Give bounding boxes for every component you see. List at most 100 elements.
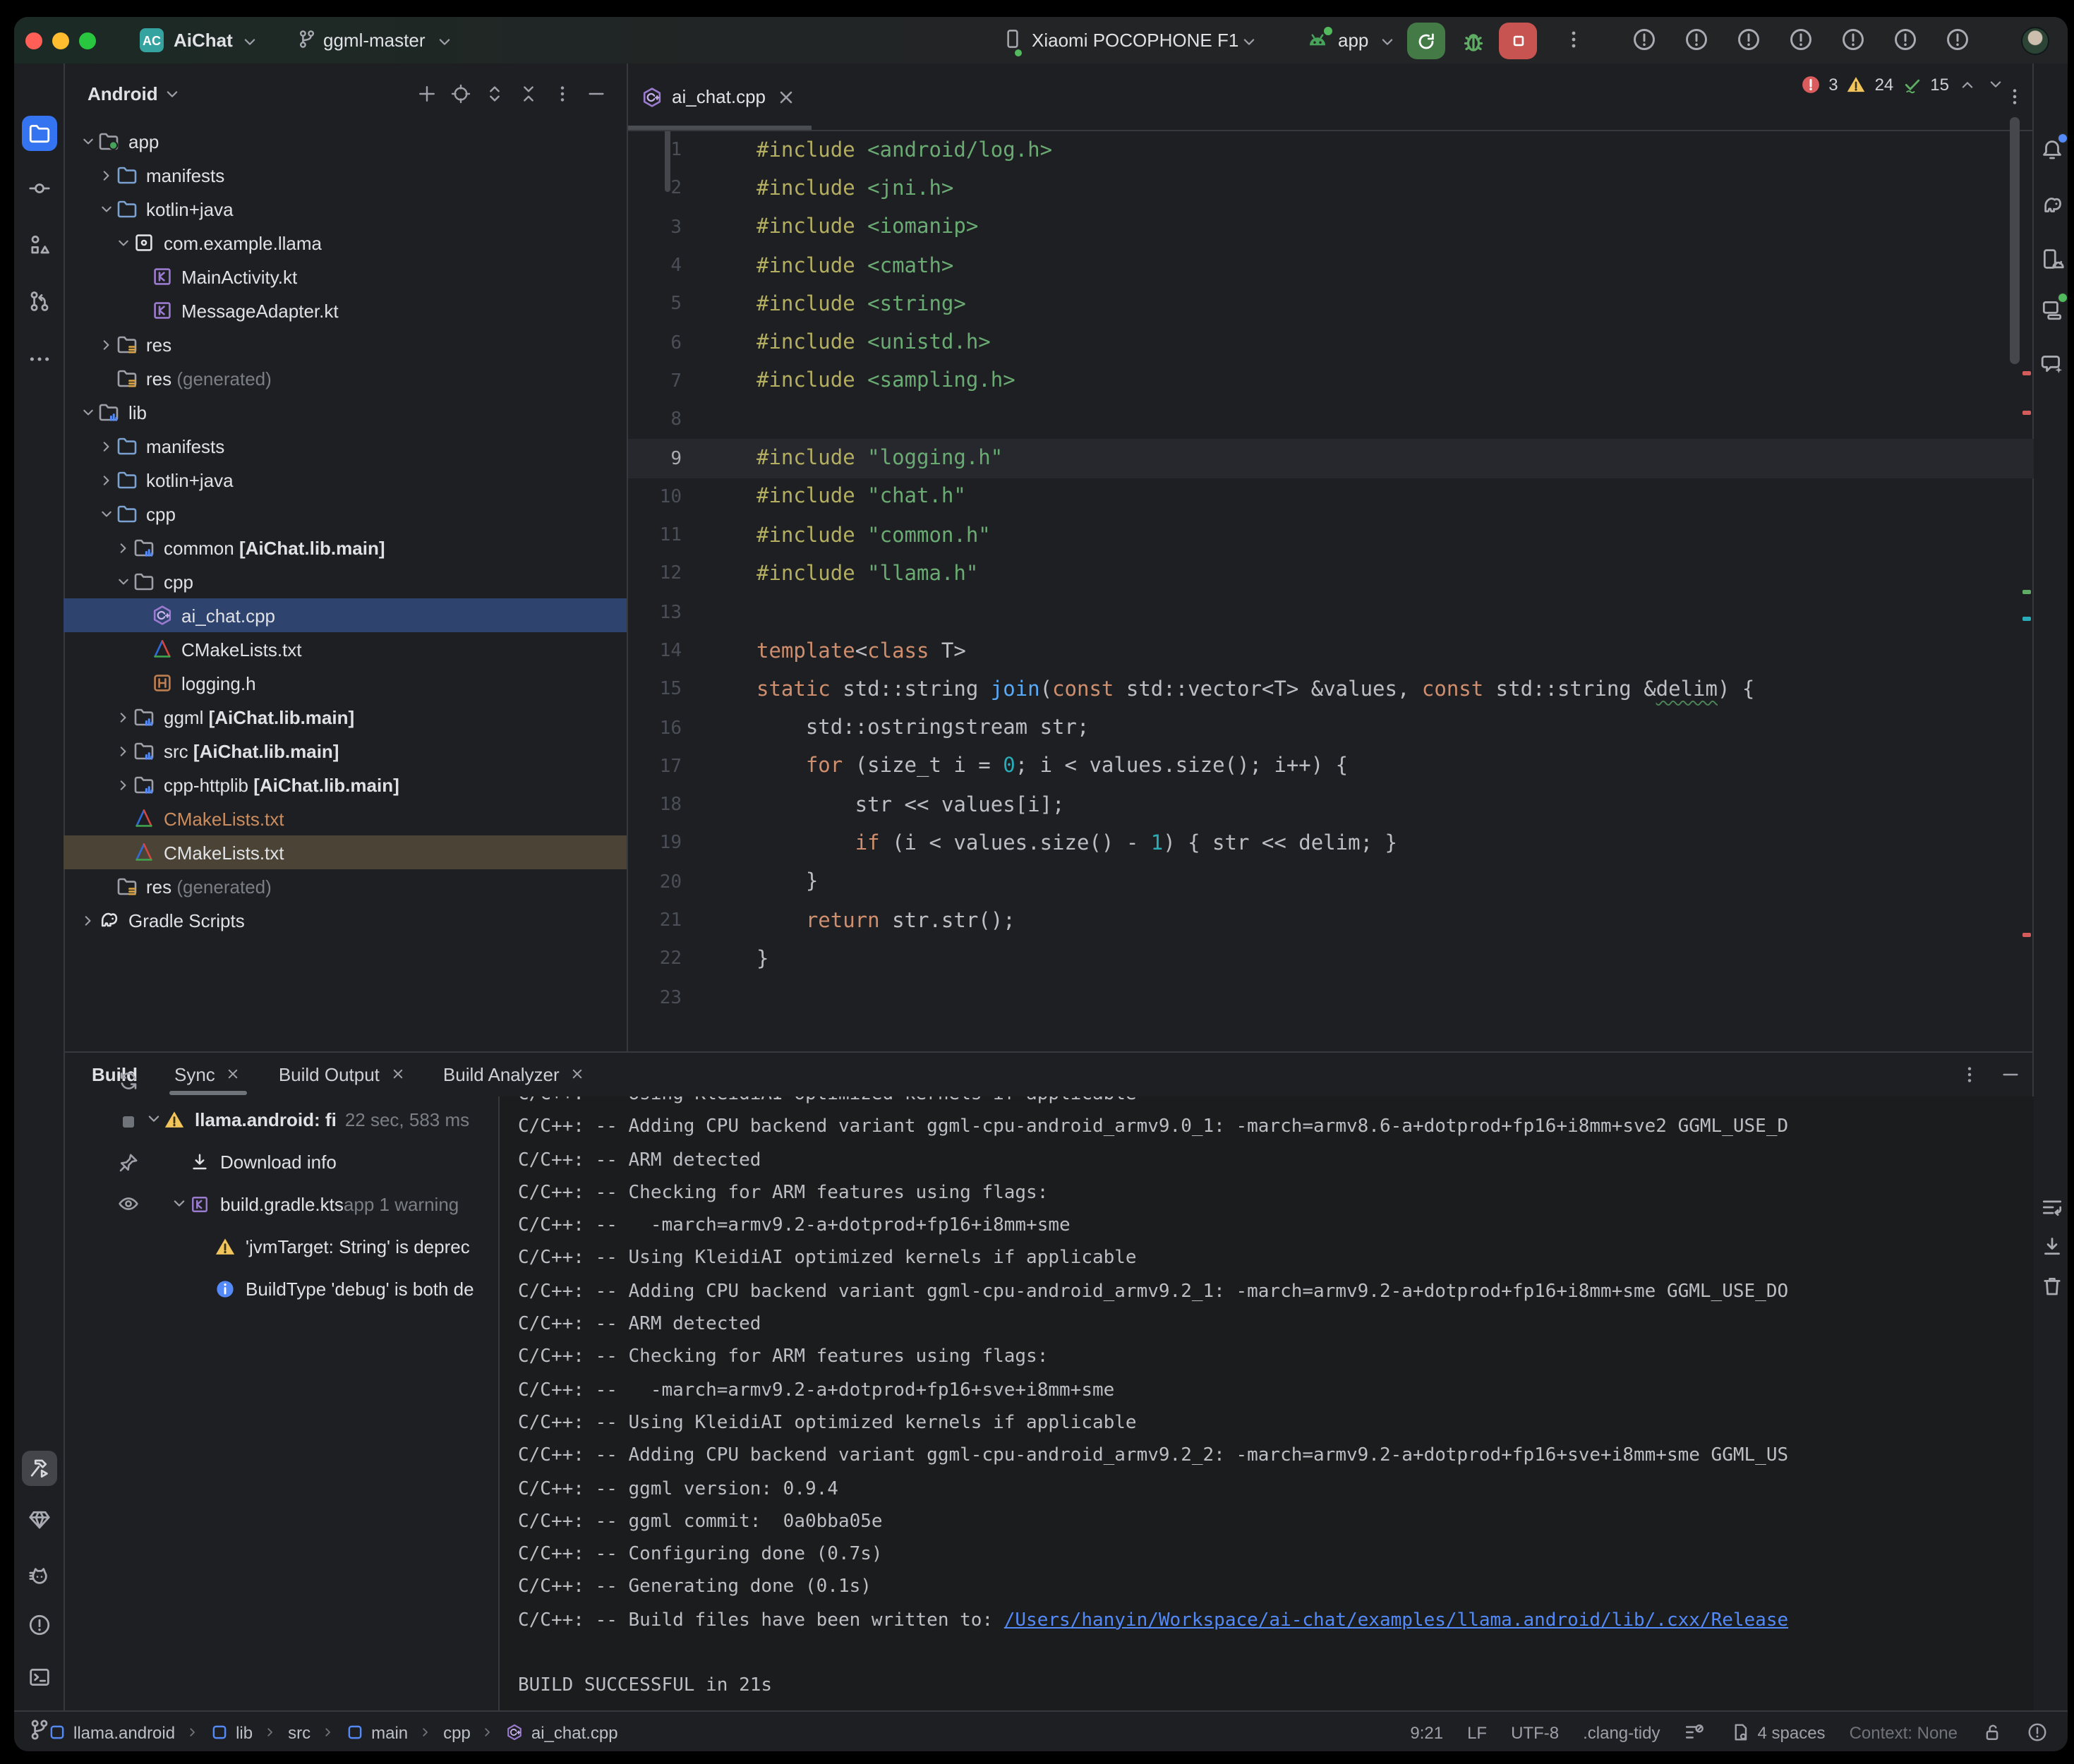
breadcrumb-item[interactable]: lib — [210, 1722, 253, 1742]
status-item-lf[interactable]: LF — [1467, 1722, 1487, 1742]
prev-problem-icon[interactable] — [1958, 75, 1977, 95]
chevron-expanded-icon[interactable] — [97, 505, 115, 523]
chevron-collapsed-icon[interactable] — [114, 708, 133, 726]
tree-row-kotlin-java[interactable]: kotlin+java — [64, 192, 627, 226]
chevron-expanded-icon[interactable] — [79, 403, 97, 421]
code-line-5[interactable]: 5#include <string> — [628, 285, 2034, 324]
chevron-collapsed-icon[interactable] — [114, 775, 133, 794]
chevron-collapsed-icon[interactable] — [97, 437, 115, 455]
status-item-9-21[interactable]: 9:21 — [1410, 1722, 1443, 1742]
chevron-expanded-icon[interactable] — [169, 1194, 189, 1214]
options-icon[interactable] — [552, 83, 573, 104]
run-configurations-icon[interactable] — [1736, 27, 1761, 52]
tool-strip-soft-wrap[interactable] — [2034, 1190, 2068, 1225]
code-line-9[interactable]: 9#include "logging.h" — [628, 440, 2034, 478]
tool-strip-more[interactable] — [21, 342, 56, 377]
avatar[interactable] — [2021, 27, 2049, 55]
code-line-19[interactable]: 19 if (i < values.size() - 1) { str << d… — [628, 825, 2034, 864]
error-stripe-mark[interactable] — [2022, 371, 2031, 375]
chevron-expanded-icon[interactable] — [97, 200, 115, 218]
chevron-collapsed-icon[interactable] — [97, 335, 115, 354]
tree-row-manifests[interactable]: manifests — [64, 158, 627, 192]
code-line-17[interactable]: 17 for (size_t i = 0; i < values.size();… — [628, 748, 2034, 787]
tree-row-download-info[interactable]: Download info — [64, 1140, 498, 1183]
build-output-link[interactable]: /Users/hanyin/Workspace/ai-chat/examples… — [1004, 1610, 1788, 1631]
refresh-icon[interactable] — [117, 1070, 140, 1092]
settings-icon[interactable] — [1945, 27, 1970, 52]
code-area[interactable]: 1#include <android/log.h>2#include <jni.… — [628, 131, 2034, 1051]
code-line-15[interactable]: 15static std::string join(const std::vec… — [628, 670, 2034, 709]
project-view-selector[interactable]: Android — [88, 83, 158, 104]
tree-row-com-example-llama[interactable]: com.example.llama — [64, 226, 627, 260]
sync-device-icon[interactable] — [1684, 27, 1709, 52]
code-line-22[interactable]: 22} — [628, 940, 2034, 979]
chevron-collapsed-icon[interactable] — [114, 538, 133, 557]
tool-strip-project[interactable] — [21, 116, 56, 151]
breadcrumb-item[interactable]: main — [346, 1722, 408, 1742]
tree-row-res[interactable]: res — [64, 327, 627, 361]
tree-row-llama-android-fi[interactable]: llama.android: fi22 sec, 583 ms — [64, 1098, 498, 1140]
code-line-23[interactable]: 23 — [628, 979, 2034, 1017]
tool-strip-device-manager[interactable] — [2034, 292, 2068, 327]
tool-strip-commit[interactable] — [21, 171, 56, 206]
add-icon[interactable] — [416, 83, 438, 104]
tool-strip-gradle[interactable] — [2034, 188, 2068, 223]
tree-row-buildtype-debug-is-both-de[interactable]: BuildType 'debug' is both de — [64, 1267, 498, 1310]
breadcrumb-item[interactable]: src — [288, 1722, 311, 1742]
more-actions-icon[interactable] — [1562, 28, 1585, 51]
status-item--clang-tidy[interactable]: .clang-tidy — [1583, 1722, 1660, 1742]
expand-all-icon[interactable] — [484, 83, 505, 104]
build-tab-build-analyzer[interactable]: Build Analyzer — [443, 1053, 586, 1095]
branch-selector[interactable]: ggml-master — [323, 30, 426, 51]
code-line-20[interactable]: 20 } — [628, 863, 2034, 902]
device-selector[interactable]: Xiaomi POCOPHONE F1 — [1032, 30, 1238, 51]
code-line-1[interactable]: 1#include <android/log.h> — [628, 131, 2034, 170]
error-stripe-mark[interactable] — [2022, 933, 2031, 937]
kebab-icon[interactable] — [1959, 1064, 1980, 1085]
close-icon[interactable] — [774, 85, 797, 108]
stripe-mark[interactable] — [2022, 590, 2031, 594]
run-config-selector[interactable]: app — [1338, 30, 1368, 51]
close-window-button[interactable] — [25, 32, 42, 49]
breadcrumb-item[interactable]: llama.android — [48, 1722, 175, 1742]
debug-button[interactable] — [1459, 27, 1488, 55]
code-line-18[interactable]: 18 str << values[i]; — [628, 786, 2034, 825]
tree-row-logging-h[interactable]: logging.h — [64, 666, 627, 700]
tree-row-cpp[interactable]: cpp — [64, 497, 627, 531]
code-line-3[interactable]: 3#include <iomanip> — [628, 208, 2034, 247]
code-line-12[interactable]: 12#include "llama.h" — [628, 555, 2034, 594]
tree-row-app[interactable]: app — [64, 124, 627, 158]
next-problem-icon[interactable] — [1986, 75, 2006, 95]
error-stripe-mark[interactable] — [2022, 411, 2031, 415]
editor-options-icon[interactable] — [2004, 86, 2025, 107]
code-line-13[interactable]: 13 — [628, 593, 2034, 632]
tool-strip-running-devices[interactable] — [2034, 241, 2068, 277]
tree-row-common[interactable]: common [AiChat.lib.main] — [64, 531, 627, 564]
tool-strip-build[interactable] — [21, 1451, 56, 1486]
status-item-4-spaces[interactable]: 4 spaces — [1730, 1722, 1826, 1743]
tree-row-cmakelists-txt[interactable]: CMakeLists.txt — [64, 835, 627, 869]
hide-icon[interactable] — [2000, 1064, 2021, 1085]
tree-row-cpp[interactable]: cpp — [64, 564, 627, 598]
code-line-10[interactable]: 10#include "chat.h" — [628, 478, 2034, 516]
tool-strip-quality-insights[interactable] — [21, 1502, 56, 1537]
tree-row--jvmtarget-string-is-deprec[interactable]: 'jvmTarget: String' is deprec — [64, 1225, 498, 1267]
tree-row-ggml[interactable]: ggml [AiChat.lib.main] — [64, 700, 627, 734]
chevron-expanded-icon[interactable] — [144, 1109, 164, 1129]
tree-row-src[interactable]: src [AiChat.lib.main] — [64, 734, 627, 768]
close-icon[interactable] — [569, 1065, 586, 1082]
code-line-21[interactable]: 21 return str.str(); — [628, 902, 2034, 941]
breadcrumb-item[interactable]: cpp — [443, 1722, 471, 1742]
chevron-collapsed-icon[interactable] — [97, 471, 115, 489]
minimize-window-button[interactable] — [52, 32, 69, 49]
tree-row-messageadapter-kt[interactable]: MessageAdapter.kt — [64, 294, 627, 327]
collapse-all-icon[interactable] — [518, 83, 539, 104]
tool-strip-structure[interactable] — [21, 227, 56, 262]
code-line-11[interactable]: 11#include "common.h" — [628, 516, 2034, 555]
attach-debugger-icon[interactable] — [1788, 27, 1814, 52]
project-selector[interactable]: AiChat — [174, 30, 233, 51]
tree-row-cmakelists-txt[interactable]: CMakeLists.txt — [64, 802, 627, 835]
tree-row-cpp-httplib[interactable]: cpp-httplib [AiChat.lib.main] — [64, 768, 627, 802]
chevron-collapsed-icon[interactable] — [97, 166, 115, 184]
chevron-expanded-icon[interactable] — [79, 132, 97, 150]
